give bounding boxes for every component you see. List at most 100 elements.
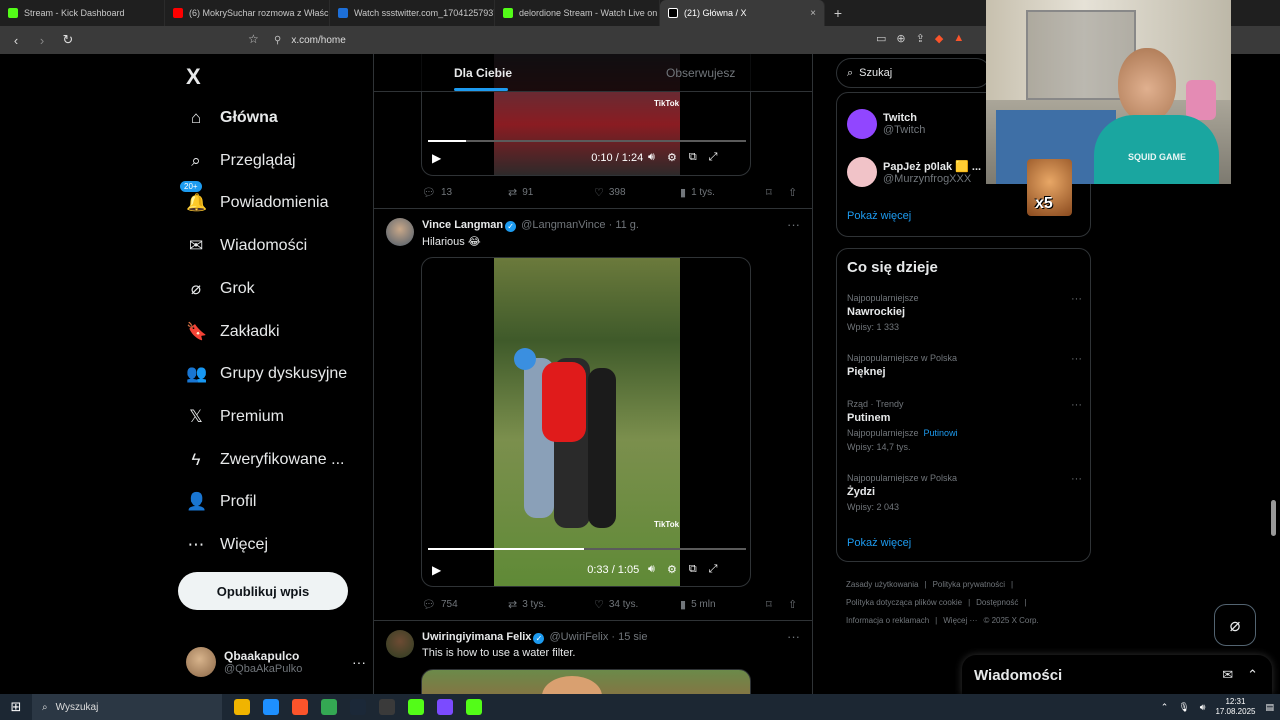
video-progress-bar[interactable] [428,140,746,142]
bookmark-button[interactable]: ⌑ [766,598,772,611]
video-player[interactable] [421,669,751,694]
share-button[interactable]: ⇧ [788,598,797,611]
notifications-icon[interactable]: ▤ [1265,702,1274,713]
bookmark-button[interactable]: ⌑ [766,186,772,199]
trend-item[interactable]: Najpopularniejsze w Polska Pięknej ··· [847,353,1082,378]
taskbar-app-icon[interactable] [350,699,366,715]
play-icon[interactable]: ▶ [432,563,441,577]
like-button[interactable]: ♡ 34 tys. [594,598,638,611]
clock[interactable]: 12:31 17.08.2025 [1215,697,1255,717]
taskbar-app-icon[interactable] [379,699,395,715]
settings-gear-icon[interactable]: ⚙ [667,151,677,164]
nav-item-zakładki[interactable]: 🔖 Zakładki [186,314,280,350]
brave-rewards-icon[interactable]: ▲ [953,32,964,45]
windows-start-icon[interactable]: ⊞ [0,699,32,715]
site-info-icon[interactable]: ⚲ [274,35,281,46]
views-button[interactable]: ▮ 1 tys. [680,186,715,199]
share-button[interactable]: ⇧ [788,186,797,199]
footer-link[interactable]: Zasady użytkowania [846,576,918,594]
x-logo-icon[interactable]: X [186,64,201,90]
trend-item[interactable]: Rząd · Trendy Putinem Najpopularniejsze Put… [847,399,1082,452]
author-name[interactable]: Uwiringiyimana Felix [422,631,531,643]
scrollbar-thumb[interactable] [1271,500,1276,536]
trend-item[interactable]: Najpopularniejsze w Polska Żydzi Wpisy: 2 … [847,473,1082,512]
nav-item-więcej[interactable]: ⋯ Więcej [186,527,269,563]
taskbar-app-icon[interactable] [321,699,337,715]
nav-item-główna[interactable]: ⌂ Główna [186,100,278,136]
more-icon[interactable]: ··· [787,217,800,232]
brave-shield-icon[interactable]: ◆ [935,32,943,45]
show-more-link[interactable]: Pokaż więcej [847,210,911,222]
post-time[interactable]: · 11 g. [609,219,639,231]
post-button[interactable]: Opublikuj wpis [178,572,348,610]
taskbar-app-icon[interactable] [466,699,482,715]
taskbar-app-icon[interactable] [408,699,424,715]
trend-item[interactable]: Najpopularniejsze Nawrockiej Wpisy: 1 333 ·… [847,293,1082,332]
taskbar-app-icon[interactable] [437,699,453,715]
browser-tab[interactable]: (6) MokrySuchar rozmowa z Właścic [165,0,330,26]
nav-item-profil[interactable]: 👤 Profil [186,484,256,520]
back-icon[interactable]: ‹ [6,33,26,48]
volume-icon[interactable]: 🔊︎ [1200,702,1206,713]
nav-item-premium[interactable]: 𝕏 Premium [186,399,284,435]
suggested-account[interactable]: PapJeż p0lak 🟨 ... @MurzynfrogXXX [847,157,981,187]
new-message-icon[interactable]: ✉ [1222,667,1233,683]
browser-tab[interactable]: Watch ssstwitter.com_170412579374 [330,0,495,26]
tab-for-you[interactable]: Dla Ciebie [454,66,512,80]
views-button[interactable]: ▮ 5 mln [680,598,716,611]
fullscreen-icon[interactable]: ⤢ [709,151,718,164]
more-icon[interactable]: ··· [1071,473,1082,485]
browser-tab[interactable]: delordione Stream - Watch Live on K [495,0,660,26]
settings-gear-icon[interactable]: ⚙ [667,563,677,576]
footer-link[interactable]: Polityka dotycząca plików cookie [846,594,962,612]
volume-icon[interactable]: 🔊︎ [648,151,655,164]
volume-icon[interactable]: 🔊︎ [648,563,655,576]
browser-tab[interactable]: Stream - Kick Dashboard [0,0,165,26]
footer-link[interactable]: Dostępność [976,594,1018,612]
cast-icon[interactable]: ▭ [876,32,886,45]
avatar[interactable] [386,630,414,658]
search-input[interactable]: ⌕ Szukaj [836,58,991,88]
taskbar-app-icon[interactable] [263,699,279,715]
video-progress-bar[interactable] [428,548,746,550]
pip-icon[interactable]: ⧉ [689,151,697,164]
avatar[interactable] [386,218,414,246]
reply-button[interactable]: 💬︎ 13 [422,186,452,199]
more-icon[interactable]: ··· [787,629,800,644]
author-handle[interactable]: @UwiriFelix [549,631,608,643]
author-name[interactable]: Vince Langman [422,219,503,231]
trend-related-link[interactable]: Putinowi [924,428,958,438]
microphone-icon[interactable]: 🎙︎ [1178,702,1189,713]
grok-icon[interactable]: ⌀ [1214,604,1256,646]
zoom-icon[interactable]: ⊕ [896,32,905,45]
play-icon[interactable]: ▶ [432,151,441,165]
footer-link[interactable]: Informacja o reklamach [846,612,929,630]
show-more-link[interactable]: Pokaż więcej [847,537,911,549]
tab-following[interactable]: Obserwujesz [666,66,735,80]
browser-tab[interactable]: (21) Główna / X × [660,0,825,26]
post-time[interactable]: · 15 sie [611,631,647,643]
new-tab-button[interactable]: + [825,5,851,21]
like-button[interactable]: ♡ 398 [594,186,626,199]
author-handle[interactable]: @LangmanVince [521,219,605,231]
taskbar-search[interactable]: ⌕ Wyszukaj [32,694,222,720]
repost-button[interactable]: ⇄ 3 tys. [508,598,546,611]
footer-link[interactable]: Polityka prywatności [933,576,1005,594]
nav-item-zweryfikowane[interactable]: ϟ Zweryfikowane ... [186,442,345,478]
footer-link[interactable]: © 2025 X Corp. [983,612,1038,630]
reload-icon[interactable]: ↻ [58,32,78,48]
footer-link[interactable]: Więcej ··· [943,612,977,630]
repost-button[interactable]: ⇄ 91 [508,186,533,199]
video-player[interactable]: TikTok ▶ 0:33 / 1:05 🔊︎ ⚙ ⧉ ⤢ [421,257,751,587]
reply-button[interactable]: 💬︎ 754 [422,598,458,611]
taskbar-app-icon[interactable] [292,699,308,715]
messages-drawer[interactable]: Wiadomości ✉ ⌃ [962,655,1272,695]
account-switcher[interactable]: Qbaakapulco @QbaAkaPulko ··· [186,642,366,682]
fullscreen-icon[interactable]: ⤢ [709,563,718,576]
expand-icon[interactable]: ⌃ [1247,667,1258,683]
more-icon[interactable]: ··· [1071,399,1082,411]
chevron-up-icon[interactable]: ⌃ [1161,702,1169,713]
nav-item-grupy-dyskusyjne[interactable]: 👥 Grupy dyskusyjne [186,356,347,392]
bookmark-page-icon[interactable]: ☆ [248,32,259,46]
suggested-account[interactable]: Twitch @Twitch [847,109,925,139]
